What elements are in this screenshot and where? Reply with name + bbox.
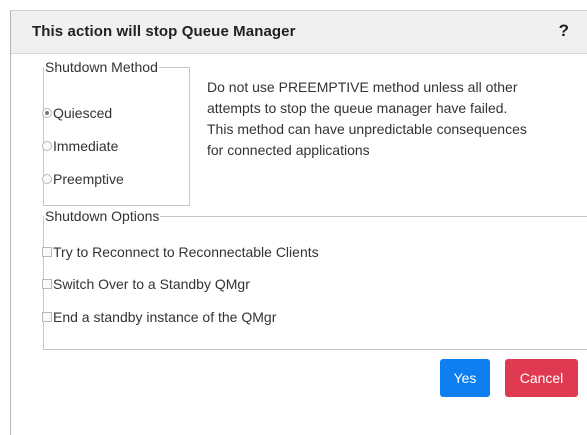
radio-quiesced[interactable]: Quiesced <box>42 105 112 121</box>
radio-preemptive[interactable]: Preemptive <box>42 171 124 187</box>
help-icon[interactable]: ? <box>559 21 569 41</box>
checkbox-switch-over-standby[interactable]: Switch Over to a Standby QMgr <box>42 276 250 292</box>
cancel-button[interactable]: Cancel <box>505 359 578 397</box>
checkbox-end-standby-instance-label: End a standby instance of the QMgr <box>53 309 277 325</box>
shutdown-options-legend: Shutdown Options <box>45 208 160 224</box>
warning-line: Do not use PREEMPTIVE method unless all … <box>207 79 518 95</box>
yes-button[interactable]: Yes <box>440 359 490 397</box>
checkbox-end-standby-instance-control[interactable] <box>42 312 52 322</box>
warning-line: This method can have unpredictable conse… <box>207 121 527 137</box>
stop-queue-manager-dialog: This action will stop Queue Manager ? Sh… <box>10 10 587 435</box>
checkbox-reconnect-clients[interactable]: Try to Reconnect to Reconnectable Client… <box>42 244 319 260</box>
radio-preemptive-control[interactable] <box>42 174 52 184</box>
radio-quiesced-label: Quiesced <box>53 105 113 121</box>
radio-immediate[interactable]: Immediate <box>42 138 118 154</box>
warning-line: for connected applications <box>207 142 370 158</box>
checkbox-switch-over-standby-label: Switch Over to a Standby QMgr <box>53 276 250 292</box>
preemptive-warning-text: Do not use PREEMPTIVE method unless all … <box>207 77 587 161</box>
radio-immediate-label: Immediate <box>53 138 119 154</box>
checkbox-reconnect-clients-control[interactable] <box>42 247 52 257</box>
checkbox-end-standby-instance[interactable]: End a standby instance of the QMgr <box>42 309 276 325</box>
checkbox-switch-over-standby-control[interactable] <box>42 279 52 289</box>
warning-line: attempts to stop the queue manager have … <box>207 100 508 116</box>
radio-immediate-control[interactable] <box>42 141 52 151</box>
radio-preemptive-label: Preemptive <box>53 171 124 187</box>
radio-quiesced-control[interactable] <box>42 108 52 118</box>
dialog-title: This action will stop Queue Manager <box>32 23 296 40</box>
dialog-header: This action will stop Queue Manager ? <box>11 11 587 54</box>
shutdown-method-legend: Shutdown Method <box>45 59 158 75</box>
checkbox-reconnect-clients-label: Try to Reconnect to Reconnectable Client… <box>53 244 319 260</box>
